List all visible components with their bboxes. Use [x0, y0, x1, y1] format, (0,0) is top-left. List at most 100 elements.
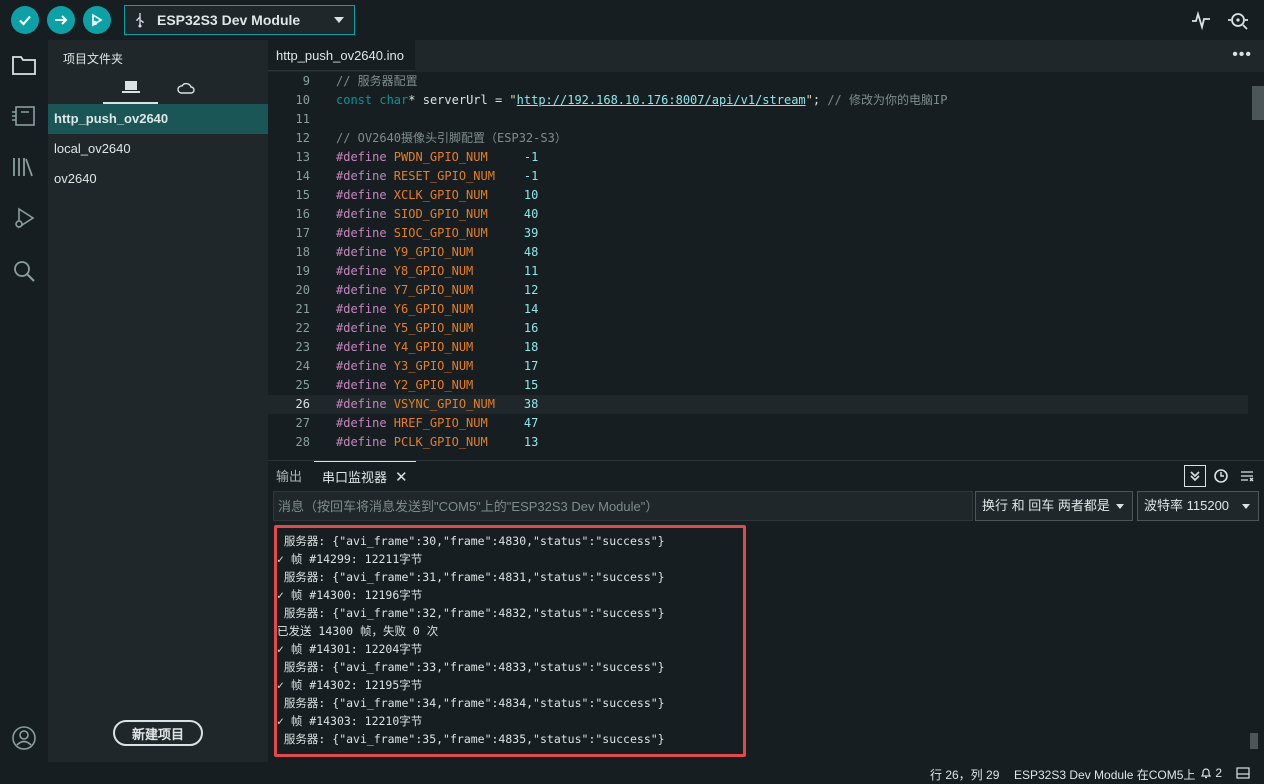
- baud-rate-select[interactable]: 波特率 115200: [1137, 491, 1259, 521]
- line-number: 23: [295, 340, 310, 354]
- serial-line: 服务器: {"avi_frame":33,"frame":4833,"statu…: [277, 660, 665, 674]
- laptop-icon: [121, 81, 140, 93]
- code-line[interactable]: 15 #define XCLK_GPIO_NUM 10: [268, 186, 1248, 205]
- code-line[interactable]: 20 #define Y7_GPIO_NUM 12: [268, 281, 1248, 300]
- upload-button[interactable]: [47, 6, 75, 34]
- code-line[interactable]: 16 #define SIOD_GPIO_NUM 40: [268, 205, 1248, 224]
- close-icon[interactable]: ✕: [395, 469, 408, 486]
- code-token: #define: [336, 321, 387, 335]
- code-line[interactable]: 14 #define RESET_GPIO_NUM -1: [268, 167, 1248, 186]
- line-number: 25: [295, 378, 310, 392]
- autoscroll-button[interactable]: [1184, 465, 1206, 487]
- notification-count: 2: [1215, 766, 1223, 780]
- code-text: #define Y7_GPIO_NUM 12: [336, 281, 538, 300]
- new-project-button[interactable]: 新建项目: [113, 720, 203, 746]
- search-icon[interactable]: [11, 258, 37, 284]
- code-token: 15: [473, 378, 539, 392]
- line-ending-select[interactable]: 换行 和 回车 两者都是: [975, 491, 1133, 521]
- code-token: #define: [336, 188, 387, 202]
- code-token: -1: [487, 150, 539, 164]
- timestamp-button[interactable]: [1210, 465, 1232, 487]
- tab-cloud-sketchbook[interactable]: [158, 72, 213, 104]
- line-number: 9: [302, 74, 310, 88]
- serial-scrollbar[interactable]: [1250, 733, 1258, 749]
- code-text: #define RESET_GPIO_NUM -1: [336, 167, 538, 186]
- cursor-position[interactable]: 行 26，列 29: [930, 766, 999, 783]
- code-line[interactable]: 13 #define PWDN_GPIO_NUM -1: [268, 148, 1248, 167]
- line-number: 18: [295, 245, 310, 259]
- editor-tab[interactable]: http_push_ov2640.ino: [268, 40, 415, 71]
- code-line[interactable]: 28 #define PCLK_GPIO_NUM 13: [268, 433, 1248, 452]
- editor-tab-bar: http_push_ov2640.ino •••: [268, 40, 1264, 72]
- code-token: #define: [336, 435, 387, 449]
- sketch-item[interactable]: local_ov2640: [48, 134, 268, 164]
- code-token: Y6_GPIO_NUM: [386, 302, 474, 316]
- verify-button[interactable]: [11, 6, 39, 34]
- code-token: 14: [473, 302, 539, 316]
- serial-line: ✓ 帧 #14302: 12195字节: [277, 678, 423, 692]
- code-line[interactable]: 11: [268, 110, 1248, 129]
- code-token: #define: [336, 169, 387, 183]
- sketch-item[interactable]: ov2640: [48, 164, 268, 194]
- message-input[interactable]: [273, 491, 973, 521]
- folder-icon[interactable]: [11, 52, 37, 78]
- serial-plotter-icon[interactable]: [1190, 9, 1212, 31]
- notifications[interactable]: 2: [1200, 766, 1222, 780]
- code-line[interactable]: 26 #define VSYNC_GPIO_NUM 38: [268, 395, 1248, 414]
- board-manager-icon[interactable]: [11, 103, 37, 129]
- line-number: 21: [295, 302, 310, 316]
- line-number: 20: [295, 283, 310, 297]
- account-icon[interactable]: [11, 725, 37, 751]
- code-line[interactable]: 18 #define Y9_GPIO_NUM 48: [268, 243, 1248, 262]
- code-text: #define Y6_GPIO_NUM 14: [336, 300, 538, 319]
- code-token: 11: [473, 264, 539, 278]
- bottom-panel: 输出 串口监视器 ✕ 换行 和 回车 两者都是 波特率 115200 服务器: {…: [268, 460, 1264, 762]
- more-icon[interactable]: •••: [1232, 46, 1252, 64]
- serial-line: 服务器: {"avi_frame":35,"frame":4835,"statu…: [277, 732, 665, 746]
- code-line[interactable]: 27 #define HREF_GPIO_NUM 47: [268, 414, 1248, 433]
- board-port-status[interactable]: ESP32S3 Dev Module 在COM5上: [1014, 766, 1195, 783]
- chevron-down-icon: [1116, 504, 1124, 509]
- code-token: Y2_GPIO_NUM: [386, 378, 474, 392]
- code-line[interactable]: 10 const char* serverUrl = "http://192.16…: [268, 91, 1248, 110]
- tab-local-sketchbook[interactable]: [103, 72, 158, 104]
- board-selector[interactable]: ESP32S3 Dev Module: [124, 5, 355, 35]
- clear-output-button[interactable]: [1236, 465, 1258, 487]
- code-text: #define SIOC_GPIO_NUM 39: [336, 224, 538, 243]
- code-area[interactable]: 9 // 服务器配置 10 const char* serverUrl = "http…: [268, 72, 1248, 460]
- debug-icon[interactable]: [11, 206, 37, 232]
- code-token: #define: [336, 245, 387, 259]
- code-token: * serverUrl =: [408, 93, 510, 107]
- code-line[interactable]: 17 #define SIOC_GPIO_NUM 39: [268, 224, 1248, 243]
- code-line[interactable]: 12 // OV2640摄像头引脚配置（ESP32-S3）: [268, 129, 1248, 148]
- code-token: #define: [336, 397, 387, 411]
- serial-monitor-icon[interactable]: [1227, 9, 1249, 31]
- code-line[interactable]: 21 #define Y6_GPIO_NUM 14: [268, 300, 1248, 319]
- serial-line: 已发送 14300 帧，失败 0 次: [277, 624, 439, 638]
- library-manager-icon[interactable]: [11, 154, 37, 180]
- line-number: 27: [295, 416, 310, 430]
- code-text: #define Y9_GPIO_NUM 48: [336, 243, 538, 262]
- code-text: // OV2640摄像头引脚配置（ESP32-S3）: [336, 129, 567, 148]
- code-line[interactable]: 24 #define Y3_GPIO_NUM 17: [268, 357, 1248, 376]
- code-line[interactable]: 19 #define Y8_GPIO_NUM 11: [268, 262, 1248, 281]
- serial-line: ✓ 帧 #14301: 12204字节: [277, 642, 423, 656]
- editor-scrollbar[interactable]: [1250, 72, 1264, 460]
- sketch-item[interactable]: http_push_ov2640: [48, 104, 268, 134]
- code-token: 40: [487, 207, 539, 221]
- code-line[interactable]: 23 #define Y4_GPIO_NUM 18: [268, 338, 1248, 357]
- debug-button[interactable]: [83, 6, 111, 34]
- code-token: 48: [473, 245, 539, 259]
- code-line[interactable]: 9 // 服务器配置: [268, 72, 1248, 91]
- panel-toggle-icon[interactable]: [1236, 767, 1250, 779]
- code-text: #define Y8_GPIO_NUM 11: [336, 262, 538, 281]
- tab-output[interactable]: 输出: [276, 461, 302, 491]
- code-line[interactable]: 22 #define Y5_GPIO_NUM 16: [268, 319, 1248, 338]
- scrollbar-thumb[interactable]: [1252, 86, 1264, 120]
- code-token: 12: [473, 283, 539, 297]
- code-token: XCLK_GPIO_NUM: [386, 188, 488, 202]
- cloud-icon: [176, 82, 195, 94]
- code-token: VSYNC_GPIO_NUM: [386, 397, 495, 411]
- code-line[interactable]: 25 #define Y2_GPIO_NUM 15: [268, 376, 1248, 395]
- tab-serial-monitor[interactable]: 串口监视器 ✕: [314, 461, 416, 491]
